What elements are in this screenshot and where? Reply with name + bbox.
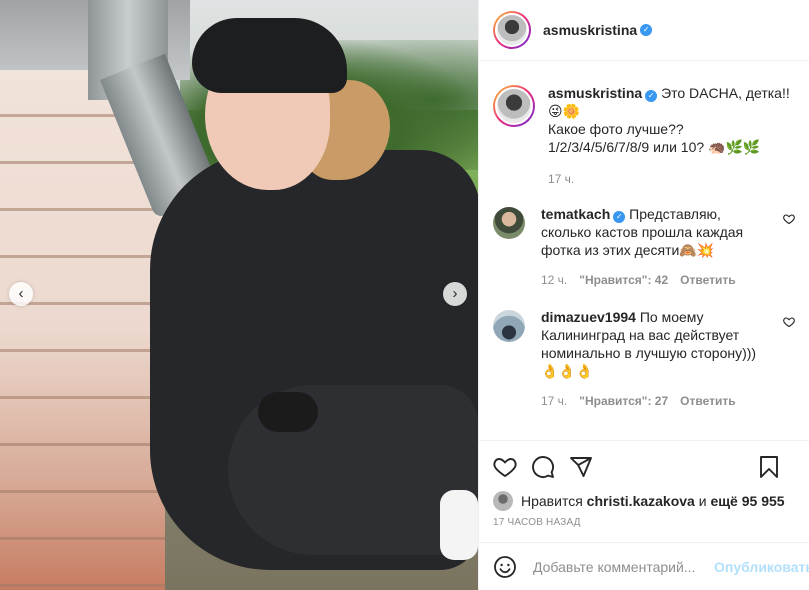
likes-count-link[interactable]: ещё 95 955 (710, 493, 784, 509)
comment-username[interactable]: dimazuev1994 (541, 309, 636, 325)
bookmark-icon[interactable] (757, 455, 781, 479)
carousel-prev-button[interactable]: ‹ (9, 282, 33, 306)
comment-item: dimazuev1994 По моему Калининград на вас… (493, 308, 795, 410)
comment-likes[interactable]: "Нравится": 27 (579, 392, 668, 410)
photo-person-cap (192, 18, 347, 93)
share-icon[interactable] (569, 455, 593, 479)
likes-summary: Нравится christi.kazakova и ещё 95 955 (479, 487, 809, 513)
verified-badge-icon: ✓ (645, 90, 658, 102)
carousel-next-button[interactable]: › (443, 282, 467, 306)
heart-icon[interactable] (493, 455, 517, 479)
post-timestamp[interactable]: 17 ЧАСОВ НАЗАД (479, 513, 809, 537)
comment-likes[interactable]: "Нравится": 42 (579, 271, 668, 289)
liker-avatar[interactable] (493, 491, 513, 511)
caption-line-3: 1/2/3/4/5/6/7/8/9 или 10? 🦔🌿🌿 (548, 139, 761, 155)
post-header: asmuskristina ✓ (479, 0, 809, 61)
comment-time[interactable]: 17 ч. (541, 392, 567, 410)
caption-time[interactable]: 17 ч. (548, 170, 574, 188)
post-photo[interactable]: ‹ › (0, 0, 478, 590)
comment-reply-button[interactable]: Ответить (680, 392, 735, 410)
add-comment-bar: Опубликовать (479, 542, 809, 590)
emoji-icon[interactable] (493, 555, 517, 579)
caption-username[interactable]: asmuskristina (548, 85, 642, 101)
commenter-avatar[interactable] (493, 310, 525, 342)
verified-badge-icon: ✓ (640, 24, 653, 36)
comment-time[interactable]: 12 ч. (541, 271, 567, 289)
post-sidebar: asmuskristina ✓ asmuskristina ✓ Это DACHA… (478, 0, 809, 590)
publish-comment-button[interactable]: Опубликовать (714, 559, 809, 575)
photo-person-shoe (258, 392, 318, 432)
caption-line-2: Какое фото лучше?? (548, 121, 684, 137)
comment-icon[interactable] (531, 455, 555, 479)
comment-input[interactable] (533, 558, 714, 575)
comment-item: tematkach ✓ Представляю, сколько кастов п… (493, 205, 795, 289)
author-username[interactable]: asmuskristina (543, 22, 637, 38)
comment-like-heart-icon[interactable] (783, 316, 795, 331)
comment-reply-button[interactable]: Ответить (680, 271, 735, 289)
author-avatar[interactable] (493, 11, 531, 49)
caption-avatar[interactable] (493, 85, 535, 127)
comments-section: asmuskristina ✓ Это DACHA, детка!! 😜🌼 Как… (479, 61, 809, 441)
likes-conjunction: и (698, 493, 707, 509)
photo-person-sock (440, 490, 478, 560)
verified-badge-icon: ✓ (613, 211, 626, 223)
likes-prefix: Нравится (521, 493, 583, 509)
action-bar (479, 447, 809, 487)
comment-username[interactable]: tematkach (541, 206, 610, 222)
comment-like-heart-icon[interactable] (783, 213, 795, 228)
commenter-avatar[interactable] (493, 207, 525, 239)
liker-username[interactable]: christi.kazakova (587, 493, 695, 509)
post-caption: asmuskristina ✓ Это DACHA, детка!! 😜🌼 Как… (493, 61, 795, 188)
